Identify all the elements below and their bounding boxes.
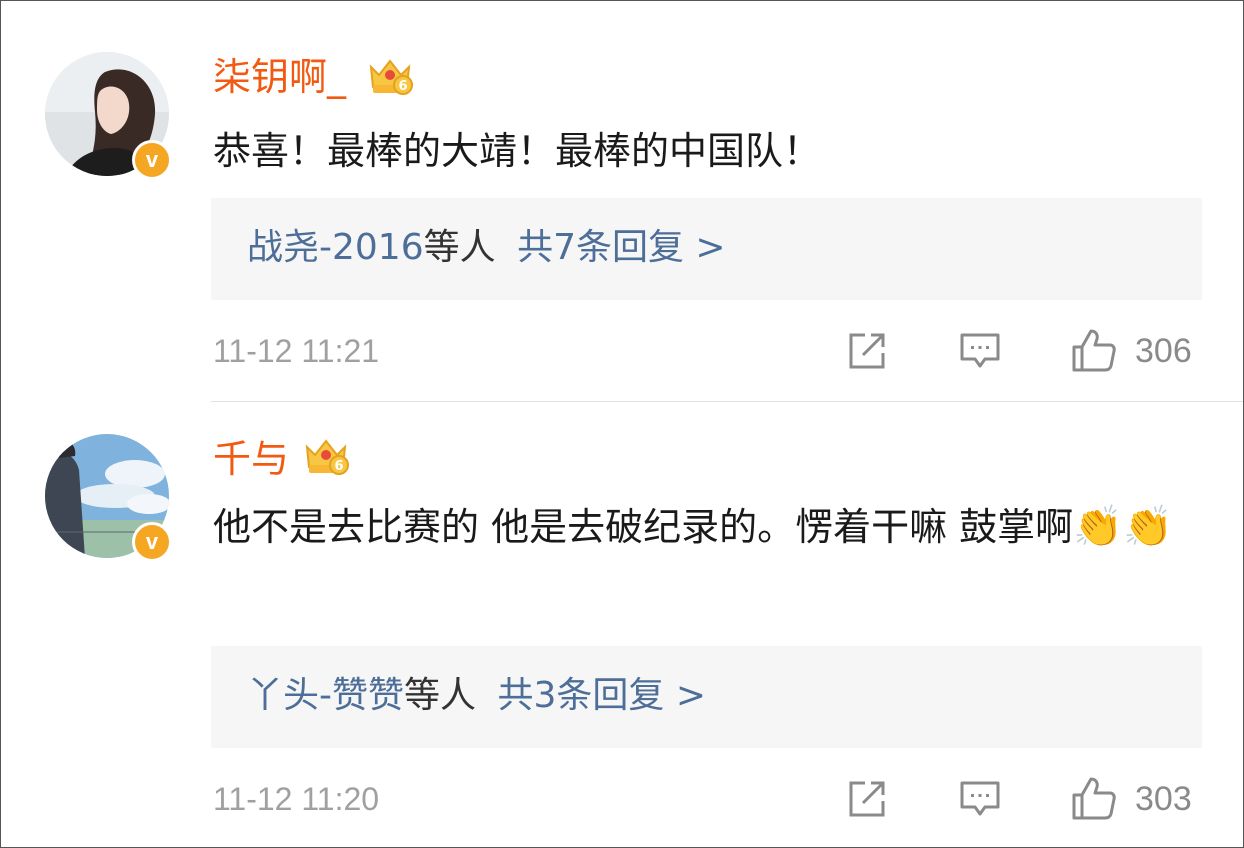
like-count: 303 (1135, 780, 1192, 818)
comment-icon[interactable] (959, 331, 1001, 371)
reply-users-suffix: 等人 (404, 675, 477, 716)
reply-users-suffix: 等人 (423, 227, 496, 268)
share-icon[interactable] (847, 331, 887, 371)
comment-text: 他不是去比赛的 他是去破纪录的。愣着干嘛 鼓掌啊👏👏 (213, 504, 1173, 550)
timestamp: 11-12 11:21 (213, 333, 380, 369)
replies-box[interactable]: 战尧-2016等人 共7条回复 > (211, 198, 1202, 300)
comment-divider (211, 401, 1243, 402)
timestamp: 11-12 11:20 (213, 781, 380, 817)
clap-emoji: 👏👏 (1073, 504, 1173, 550)
username[interactable]: 柒钥啊_ (213, 53, 346, 101)
reply-users-link[interactable]: 战尧-2016 (247, 227, 424, 268)
reply-count-link[interactable]: 共3条回复 > (497, 675, 706, 716)
comment-icon[interactable] (959, 779, 1001, 819)
crown-badge-icon: 6 (369, 59, 413, 95)
replies-box[interactable]: 丫头-赞赞等人 共3条回复 > (211, 646, 1202, 748)
verified-badge-icon: v (132, 140, 172, 180)
svg-text:6: 6 (398, 79, 407, 94)
verified-badge-icon: v (132, 522, 172, 562)
reply-users-link[interactable]: 丫头-赞赞 (247, 675, 404, 716)
svg-text:6: 6 (334, 459, 343, 474)
comment-list: v 柒钥啊_ 6 恭喜！最棒的大靖！最棒的中国队！ 战尧-2016等人 共7条回… (0, 0, 1244, 848)
reply-count-link[interactable]: 共7条回复 > (517, 227, 726, 268)
share-icon[interactable] (847, 779, 887, 819)
comment-text: 恭喜！最棒的大靖！最棒的中国队！ (213, 129, 822, 173)
like-icon[interactable] (1071, 327, 1117, 373)
like-count: 306 (1135, 332, 1192, 370)
like-icon[interactable] (1071, 775, 1117, 821)
crown-badge-icon: 6 (305, 439, 349, 475)
username[interactable]: 千与 (213, 435, 289, 483)
